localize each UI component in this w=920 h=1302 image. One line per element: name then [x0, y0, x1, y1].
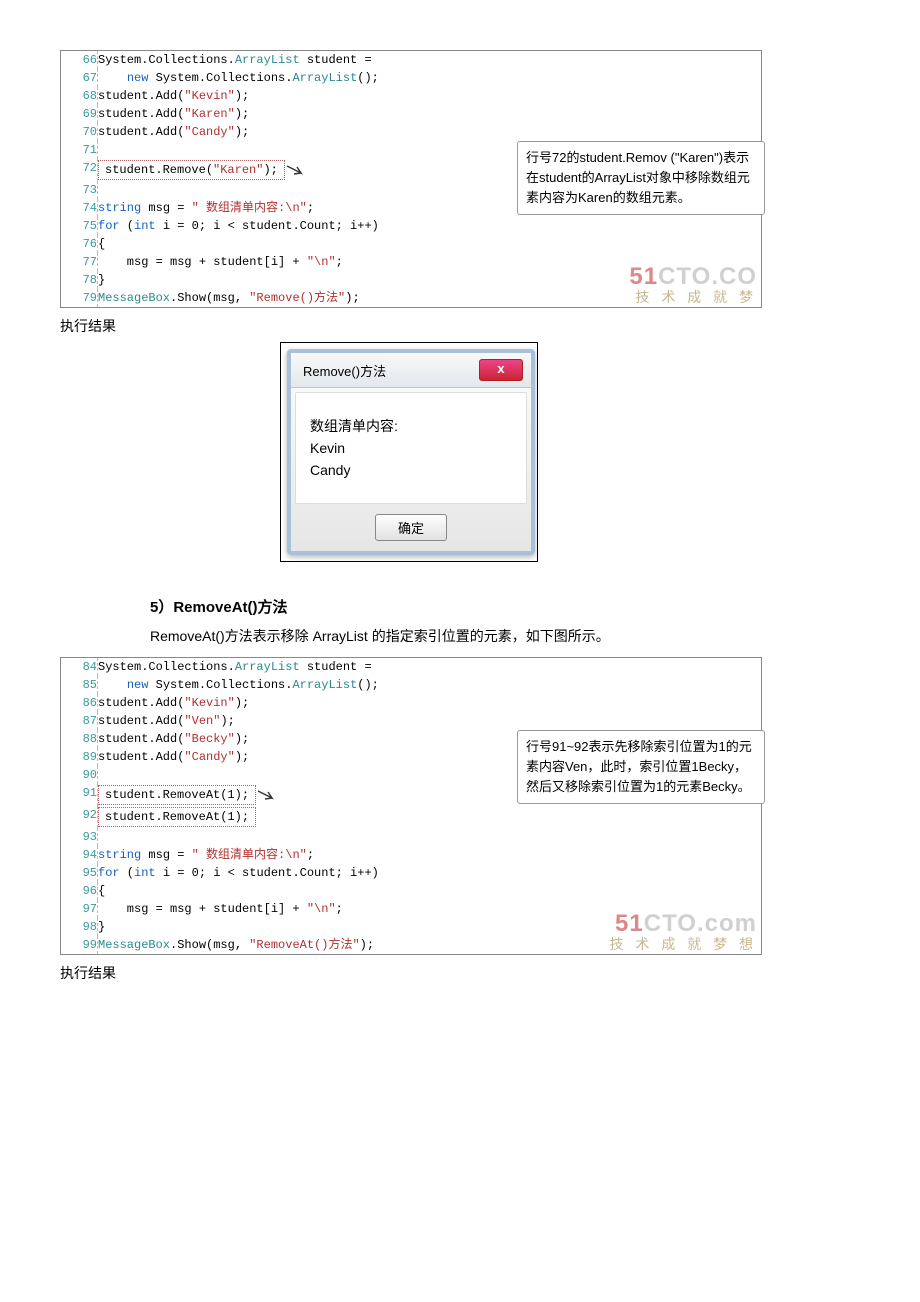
line-number: 96 — [61, 882, 98, 900]
line-number: 90 — [61, 766, 98, 784]
line-number: 86 — [61, 694, 98, 712]
code-line: System.Collections.ArrayList student = — [98, 658, 762, 676]
result-label: 执行结果 — [60, 963, 860, 983]
dialog-footer: 51CTO.com 技 术 成 就 梦 想 确定 — [291, 508, 531, 551]
messagebox-remove: Remove()方法 x 数组清单内容: Kevin Candy 51CTO.c… — [287, 349, 535, 555]
line-number: 73 — [61, 181, 98, 199]
result-label: 执行结果 — [60, 316, 860, 336]
line-number: 74 — [61, 199, 98, 217]
dialog-body: 数组清单内容: Kevin Candy — [295, 392, 527, 504]
line-number: 91 — [61, 784, 98, 806]
code-line: for (int i = 0; i < student.Count; i++) — [98, 217, 762, 235]
line-number: 75 — [61, 217, 98, 235]
ok-button[interactable]: 确定 — [375, 514, 447, 541]
line-number: 92 — [61, 806, 98, 828]
callout-remove: 行号72的student.Remov ("Karen")表示在student的A… — [517, 141, 765, 215]
line-number: 68 — [61, 87, 98, 105]
dialog-titlebar: Remove()方法 x — [291, 353, 531, 388]
line-number: 95 — [61, 864, 98, 882]
code-line — [98, 828, 762, 846]
code-line: student.Add("Candy"); — [98, 123, 762, 141]
line-number: 99 — [61, 936, 98, 954]
line-number: 72 — [61, 159, 98, 181]
line-number: 94 — [61, 846, 98, 864]
line-number: 77 — [61, 253, 98, 271]
watermark: 51CTO.CO 技 术 成 就 梦 — [629, 263, 757, 307]
code-line: for (int i = 0; i < student.Count; i++) — [98, 864, 762, 882]
close-button[interactable]: x — [479, 359, 523, 381]
code-line: student.Add("Kevin"); — [98, 694, 762, 712]
callout-removeat: 行号91~92表示先移除索引位置为1的元素内容Ven，此时，索引位置1Becky… — [517, 730, 765, 804]
code-screenshot-remove: 66System.Collections.ArrayList student =… — [60, 50, 762, 308]
code-line: student.Add("Karen"); — [98, 105, 762, 123]
line-number: 76 — [61, 235, 98, 253]
line-number: 79 — [61, 289, 98, 307]
line-number: 70 — [61, 123, 98, 141]
code-line: System.Collections.ArrayList student = — [98, 51, 762, 69]
code-line: new System.Collections.ArrayList(); — [98, 676, 762, 694]
callout-text: 行号91~92表示先移除索引位置为1的元素内容Ven，此时，索引位置1Becky… — [526, 739, 752, 794]
code-line: student.Add("Ven"); — [98, 712, 762, 730]
line-number: 97 — [61, 900, 98, 918]
line-number: 66 — [61, 51, 98, 69]
line-number: 71 — [61, 141, 98, 159]
section-heading-removeat: 5）RemoveAt()方法 — [150, 596, 860, 617]
line-number: 67 — [61, 69, 98, 87]
line-number: 78 — [61, 271, 98, 289]
section-paragraph: RemoveAt()方法表示移除 ArrayList 的指定索引位置的元素，如下… — [150, 625, 860, 647]
line-number: 93 — [61, 828, 98, 846]
code-line: student.RemoveAt(1); — [98, 806, 762, 828]
line-number: 98 — [61, 918, 98, 936]
line-number: 87 — [61, 712, 98, 730]
line-number: 85 — [61, 676, 98, 694]
watermark: 51CTO.com 技 术 成 就 梦 想 — [610, 910, 757, 954]
code-line: { — [98, 882, 762, 900]
line-number: 89 — [61, 748, 98, 766]
line-number: 69 — [61, 105, 98, 123]
dialog-line: Candy — [310, 459, 512, 481]
code-line: new System.Collections.ArrayList(); — [98, 69, 762, 87]
line-number: 84 — [61, 658, 98, 676]
code-line: student.Add("Kevin"); — [98, 87, 762, 105]
dialog-title-text: Remove()方法 — [303, 361, 386, 380]
dialog-line: 数组清单内容: — [310, 415, 512, 437]
code-screenshot-removeat: 84System.Collections.ArrayList student =… — [60, 657, 762, 955]
dialog-line: Kevin — [310, 437, 512, 459]
code-line: string msg = " 数组清单内容:\n"; — [98, 846, 762, 864]
line-number: 88 — [61, 730, 98, 748]
code-line: { — [98, 235, 762, 253]
callout-text: 行号72的student.Remov ("Karen")表示在student的A… — [526, 150, 750, 205]
